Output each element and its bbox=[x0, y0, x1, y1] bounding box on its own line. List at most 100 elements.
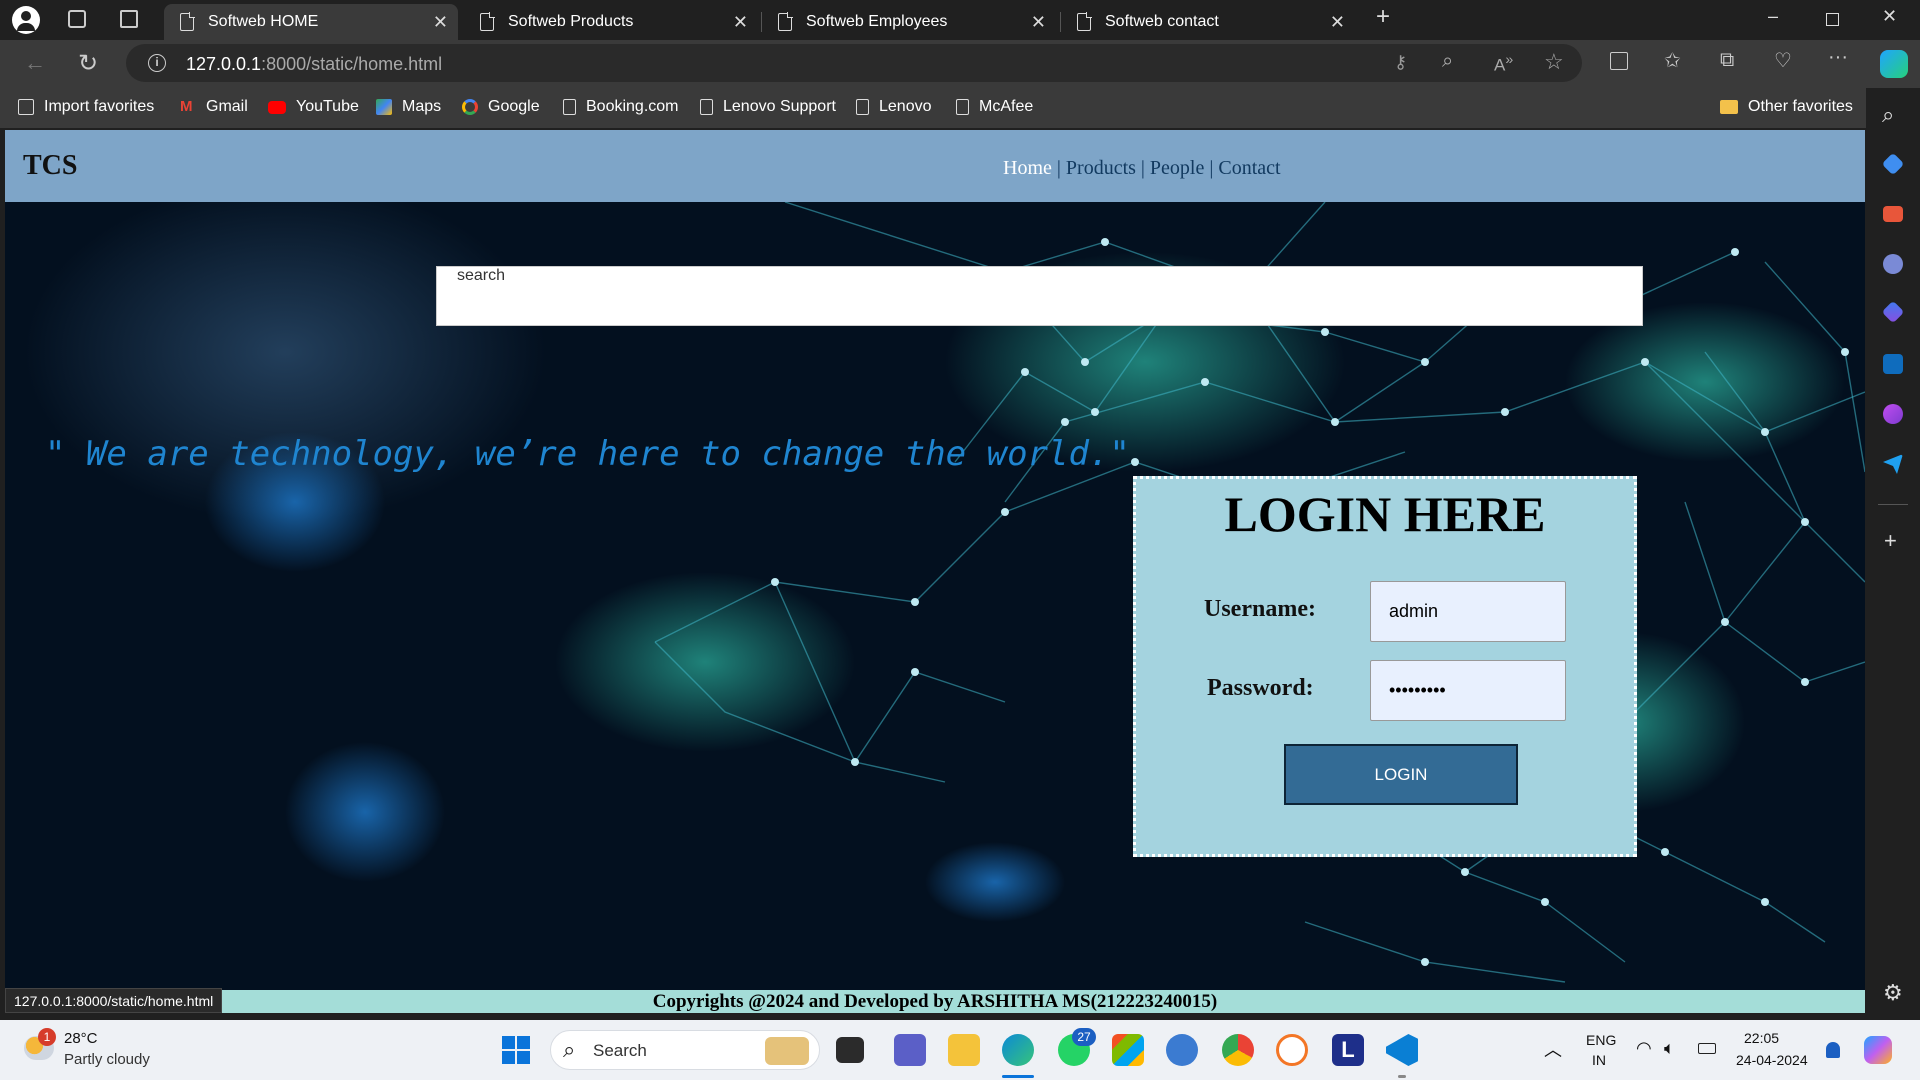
show-hidden-icons[interactable]: ︿ bbox=[1544, 1036, 1562, 1062]
new-tab-icon[interactable]: + bbox=[1376, 3, 1390, 31]
site-info-icon[interactable]: i bbox=[148, 54, 166, 72]
l-app-icon[interactable]: L bbox=[1332, 1034, 1364, 1066]
bookmark-google[interactable]: Google bbox=[462, 98, 540, 116]
bookmark-label: Booking.com bbox=[586, 98, 679, 115]
restore-icon[interactable] bbox=[1826, 13, 1839, 26]
tab-softweb-employees[interactable]: Softweb Employees ✕ bbox=[762, 4, 1056, 40]
bookmark-lenovo-support[interactable]: Lenovo Support bbox=[700, 98, 836, 116]
google-icon bbox=[462, 99, 478, 115]
windows-start-icon[interactable] bbox=[502, 1036, 530, 1064]
settings-gear-icon[interactable]: ⚙ bbox=[1883, 980, 1903, 1006]
globe-app-icon[interactable] bbox=[1166, 1034, 1198, 1066]
close-tab-icon[interactable]: ✕ bbox=[733, 12, 748, 33]
nav-products-link[interactable]: Products bbox=[1066, 157, 1136, 179]
copilot-taskbar-icon[interactable] bbox=[1864, 1036, 1892, 1064]
page-icon bbox=[956, 99, 969, 115]
copilot-designer-icon[interactable] bbox=[1881, 300, 1905, 324]
bookmark-import-favorites[interactable]: Import favorites bbox=[18, 98, 154, 116]
gmail-icon: M bbox=[180, 98, 193, 115]
bookmark-other-favorites[interactable]: Other favorites bbox=[1720, 98, 1853, 116]
username-field[interactable]: admin bbox=[1370, 581, 1566, 642]
collections-icon[interactable]: ⧉ bbox=[1720, 49, 1734, 72]
drop-icon[interactable] bbox=[1883, 404, 1903, 424]
bookmark-label: Import favorites bbox=[44, 98, 155, 115]
language-region[interactable]: IN bbox=[1592, 1052, 1606, 1068]
send-icon[interactable] bbox=[1883, 454, 1903, 474]
tab-softweb-contact[interactable]: Softweb contact ✕ bbox=[1061, 4, 1355, 40]
bookmark-label: Other favorites bbox=[1748, 98, 1853, 115]
profile-avatar-icon[interactable] bbox=[12, 6, 40, 34]
zoom-icon[interactable]: ⌕ bbox=[1442, 50, 1453, 73]
page-icon bbox=[856, 99, 869, 115]
bookmark-mcafee[interactable]: McAfee bbox=[956, 98, 1033, 116]
bookmark-label: YouTube bbox=[296, 98, 359, 115]
weather-description[interactable]: Partly cloudy bbox=[64, 1051, 150, 1068]
close-window-icon[interactable]: ✕ bbox=[1882, 6, 1897, 27]
folder-icon bbox=[1720, 100, 1738, 114]
nav-home-link[interactable]: Home bbox=[1003, 157, 1052, 179]
battery-icon[interactable] bbox=[1698, 1043, 1716, 1054]
shopping-tag-icon[interactable] bbox=[1881, 152, 1905, 176]
page-icon bbox=[700, 99, 713, 115]
clock-date[interactable]: 24-04-2024 bbox=[1736, 1052, 1808, 1068]
bookmark-label: Lenovo bbox=[879, 98, 932, 115]
sidebar-separator bbox=[1878, 504, 1908, 505]
search-input[interactable]: search bbox=[436, 266, 1643, 326]
tab-softweb-home[interactable]: Softweb HOME ✕ bbox=[164, 4, 458, 40]
microsoft-store-icon[interactable] bbox=[1112, 1034, 1144, 1066]
edge-icon[interactable] bbox=[1002, 1034, 1034, 1066]
close-tab-icon[interactable]: ✕ bbox=[1330, 12, 1345, 33]
password-key-icon[interactable]: ⚷ bbox=[1394, 52, 1407, 73]
browser-toolbar: ← ↻ i 127.0.0.1:8000/static/home.html ⚷ … bbox=[0, 40, 1920, 88]
chrome-icon[interactable] bbox=[1222, 1034, 1254, 1066]
page-footer: Copyrights @2024 and Developed by ARSHIT… bbox=[5, 990, 1865, 1013]
tab-actions-icon[interactable] bbox=[120, 10, 138, 28]
task-view-icon[interactable] bbox=[836, 1037, 864, 1063]
tab-softweb-products[interactable]: Softweb Products ✕ bbox=[464, 4, 758, 40]
split-screen-icon[interactable] bbox=[1610, 52, 1628, 70]
favorites-icon[interactable]: ✩ bbox=[1664, 48, 1681, 73]
site-navbar: TCS Home | Products | People | Contact bbox=[5, 130, 1865, 202]
file-explorer-icon[interactable] bbox=[948, 1034, 980, 1066]
nav-people-link[interactable]: People bbox=[1150, 157, 1204, 179]
weather-temp[interactable]: 28°C bbox=[64, 1030, 98, 1047]
bookmark-booking[interactable]: Booking.com bbox=[563, 98, 679, 116]
nav-contact-link[interactable]: Contact bbox=[1218, 157, 1280, 179]
minimize-icon[interactable]: – bbox=[1768, 6, 1778, 27]
more-menu-icon[interactable]: ··· bbox=[1828, 46, 1848, 69]
notification-bell-icon[interactable] bbox=[1826, 1042, 1840, 1058]
jupyter-icon[interactable] bbox=[1276, 1034, 1308, 1066]
toolbox-icon[interactable] bbox=[1883, 206, 1903, 222]
bookmark-gmail[interactable]: M Gmail bbox=[180, 98, 248, 116]
workspaces-icon[interactable] bbox=[68, 10, 86, 28]
bookmark-maps[interactable]: Maps bbox=[376, 98, 441, 116]
url-text[interactable]: 127.0.0.1:8000/static/home.html bbox=[186, 54, 442, 75]
outlook-icon[interactable] bbox=[1883, 354, 1903, 374]
search-icon[interactable]: ⌕ bbox=[1882, 102, 1894, 128]
close-tab-icon[interactable]: ✕ bbox=[433, 12, 448, 33]
clock-time[interactable]: 22:05 bbox=[1744, 1030, 1779, 1046]
add-sidebar-app-icon[interactable]: + bbox=[1884, 528, 1897, 554]
bookmark-label: Lenovo Support bbox=[723, 98, 836, 115]
language-code[interactable]: ENG bbox=[1586, 1032, 1616, 1048]
password-field[interactable]: ••••••••• bbox=[1370, 660, 1566, 721]
refresh-icon[interactable]: ↻ bbox=[78, 49, 98, 78]
bookmark-youtube[interactable]: YouTube bbox=[268, 98, 359, 116]
back-icon[interactable]: ← bbox=[24, 50, 46, 76]
browser-essentials-icon[interactable]: ♡ bbox=[1774, 48, 1792, 73]
favorite-star-icon[interactable]: ☆ bbox=[1544, 49, 1564, 75]
address-bar[interactable]: i 127.0.0.1:8000/static/home.html ⚷ ⌕ A»… bbox=[126, 44, 1582, 82]
favorites-bar: Import favorites M Gmail YouTube Maps Go… bbox=[0, 88, 1920, 206]
bookmark-lenovo[interactable]: Lenovo bbox=[856, 98, 932, 116]
taskbar-search-box[interactable]: ⌕ Search bbox=[550, 1030, 820, 1070]
login-panel: LOGIN HERE Username: admin Password: •••… bbox=[1133, 476, 1637, 857]
copilot-icon[interactable] bbox=[1880, 50, 1908, 78]
volume-icon[interactable]: 🔈︎ bbox=[1664, 1038, 1675, 1059]
games-icon[interactable] bbox=[1883, 254, 1903, 274]
vscode-icon[interactable] bbox=[1386, 1034, 1418, 1066]
close-tab-icon[interactable]: ✕ bbox=[1031, 12, 1046, 33]
read-aloud-icon[interactable]: A» bbox=[1494, 52, 1513, 76]
login-button[interactable]: LOGIN bbox=[1284, 744, 1518, 805]
wifi-icon[interactable]: ◠ bbox=[1636, 1038, 1652, 1059]
teams-icon[interactable] bbox=[894, 1034, 926, 1066]
